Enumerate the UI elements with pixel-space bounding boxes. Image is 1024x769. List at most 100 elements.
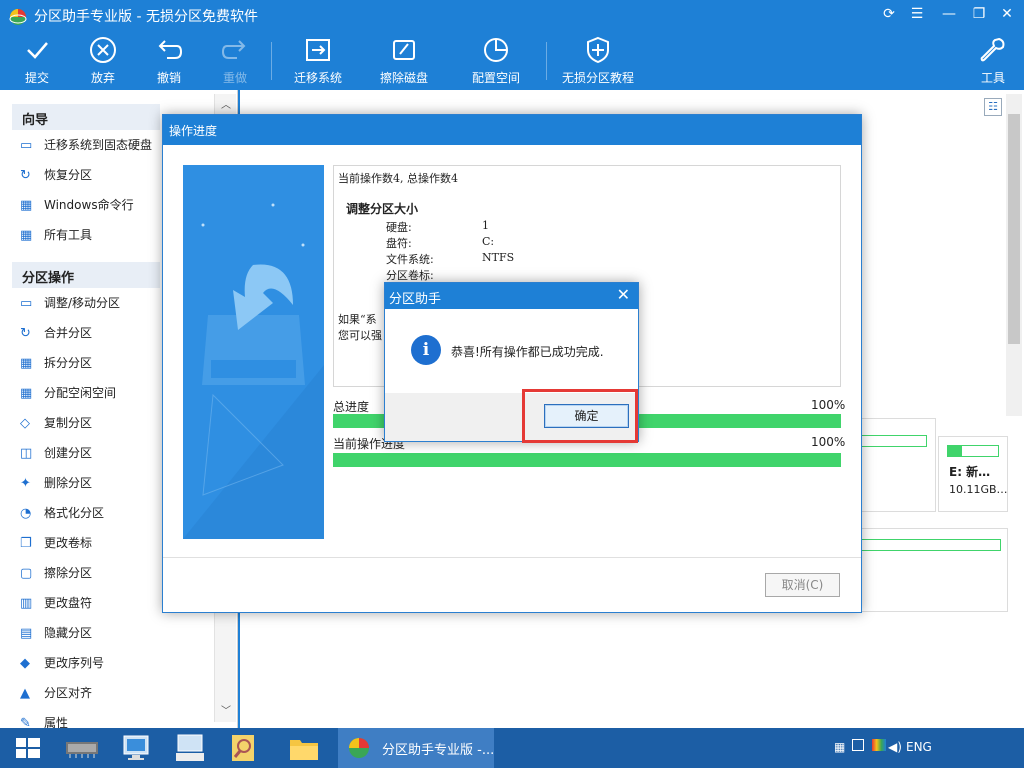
refresh-icon[interactable]: ⟳ [878,6,900,26]
migrate-system-button[interactable]: 迁移系统 [292,36,344,88]
partition-op-item-icon: ◫ [20,445,33,461]
tools-button[interactable]: 工具 [978,36,1008,88]
partition-op-item[interactable]: ▦ 分配空闲空间 [20,384,170,406]
message-dialog-title: 分区助手 [389,292,442,307]
wipe-label: 擦除磁盘 [379,71,428,85]
menu-icon[interactable]: ☰ [906,6,928,26]
wizard-item[interactable]: ▦ Windows命令行 [20,196,170,218]
main-scrollbar[interactable] [1006,94,1022,416]
partition-op-item-icon: ✦ [20,475,31,491]
network-icon[interactable]: ▦ [834,740,845,754]
toolbar-separator [271,42,272,80]
redo-icon [221,40,246,59]
scroll-down-icon[interactable]: ﹀ [215,702,237,720]
taskbar: 分区助手专业版 -... ▦ ◀) ENG [0,728,1024,768]
pie-chart-icon [484,38,508,62]
language-indicator[interactable]: ENG [906,740,932,754]
partition-op-item-icon: ↻ [20,325,31,341]
redo-button[interactable]: 重做 [220,36,250,88]
wizard-item[interactable]: ▦ 所有工具 [20,226,170,248]
wizard-item-icon: ▭ [20,137,33,153]
taskbar-app-title: 分区助手专业版 -... [382,743,495,758]
disk-card-e[interactable]: E: 新… 10.11GB… [938,436,1008,512]
partition-op-item-label: 分区对齐 [44,686,93,700]
progress-illustration [183,165,324,539]
disk-card-second[interactable] [860,528,1008,612]
taskbar-keyboard-app[interactable] [166,730,214,766]
partition-op-item-label: 复制分区 [44,416,93,430]
partition-op-item-label: 调整/移动分区 [44,296,121,310]
undo-button[interactable]: 撤销 [154,36,184,88]
partition-op-item-icon: ▲ [20,685,30,701]
op-details: 硬盘: 1 盘符: C: 文件系统: NTFS 分区卷标: [338,219,836,283]
partition-op-item[interactable]: ◫ 创建分区 [20,444,170,466]
partition-op-item[interactable]: ↻ 合并分区 [20,324,170,346]
disk-card-partial[interactable] [860,418,936,512]
progress-dialog-title: 操作进度 [163,115,861,145]
wizard-item-icon: ↻ [20,167,31,183]
taskbar-partition-assistant[interactable]: 分区助手专业版 -... [338,728,494,768]
close-icon[interactable]: ✕ [617,285,630,304]
shield-icon [587,36,609,64]
scroll-up-icon[interactable]: ︿ [215,96,237,114]
partition-op-item[interactable]: ▭ 调整/移动分区 [20,294,170,316]
view-toggle-icon[interactable]: ☷ [984,98,1002,116]
usage-bar [861,539,1001,551]
taskbar-computer-app[interactable] [112,730,160,766]
partition-op-item-label: 更改卷标 [44,536,93,550]
partition-op-item-label: 拆分分区 [44,356,93,370]
partition-op-item[interactable]: ▥ 更改盘符 [20,594,170,616]
wizard-item[interactable]: ↻ 恢复分区 [20,166,170,188]
flag-icon[interactable] [852,739,864,751]
partition-op-item-icon: ◔ [20,505,32,521]
start-button[interactable] [4,730,52,766]
migrate-icon [306,39,330,61]
disk-label: E: 新… [949,465,991,479]
wizard-item[interactable]: ▭ 迁移系统到固态硬盘 [20,136,170,158]
partition-op-item[interactable]: ▦ 拆分分区 [20,354,170,376]
partition-op-item[interactable]: ❐ 更改卷标 [20,534,170,556]
window-title: 分区助手专业版 - 无损分区免费软件 [34,9,258,25]
partition-op-item[interactable]: ▲ 分区对齐 [20,684,170,706]
op-count-text: 当前操作数4, 总操作数4 [338,172,458,185]
partition-op-item[interactable]: ◇ 复制分区 [20,414,170,436]
commit-button[interactable]: 提交 [22,36,52,88]
partition-op-item[interactable]: ▢ 擦除分区 [20,564,170,586]
taskbar-file-explorer[interactable] [280,730,328,766]
wipe-disk-button[interactable]: 擦除磁盘 [378,36,430,88]
op-detail-value: C: [482,235,495,248]
current-progress-pct: 100% [811,435,846,449]
taskbar-memory-app[interactable] [58,730,106,766]
memory-chip-icon [66,742,98,758]
scroll-thumb[interactable] [1008,114,1020,344]
check-icon [27,42,48,59]
wizard-item-icon: ▦ [20,227,33,243]
partition-op-item-icon: ❐ [20,535,32,551]
allocate-label: 配置空间 [471,71,520,85]
windows-logo-icon [16,738,40,758]
wrench-icon [980,37,1005,62]
wizard-item-icon: ▦ [20,197,33,213]
minimize-button[interactable]: — [938,6,960,26]
cancel-button[interactable]: 取消(C) [765,573,840,597]
partition-op-item[interactable]: ✦ 删除分区 [20,474,170,496]
partition-op-item-label: 擦除分区 [44,566,93,580]
partition-op-item[interactable]: ◔ 格式化分区 [20,504,170,526]
partition-op-item-label: 更改盘符 [44,596,93,610]
usage-fill [948,446,962,456]
usage-bar [947,445,999,457]
undo-label: 撤销 [156,71,181,85]
close-button[interactable]: ✕ [996,6,1018,26]
allocate-space-button[interactable]: 配置空间 [470,36,522,88]
partition-op-item[interactable]: ◆ 更改序列号 [20,654,170,676]
volume-icon[interactable]: ◀) [888,740,902,754]
partition-ops-header: 分区操作 [12,262,160,288]
taskbar-search-app[interactable] [220,730,268,766]
color-app-icon[interactable] [872,739,886,751]
tutorial-button[interactable]: 无损分区教程 [560,36,636,88]
toolbar-separator [546,42,547,80]
op-detail-key: 盘符: [386,237,412,250]
partition-op-item[interactable]: ▤ 隐藏分区 [20,624,170,646]
restore-button[interactable]: ❐ [968,6,990,26]
discard-button[interactable]: 放弃 [86,36,120,88]
